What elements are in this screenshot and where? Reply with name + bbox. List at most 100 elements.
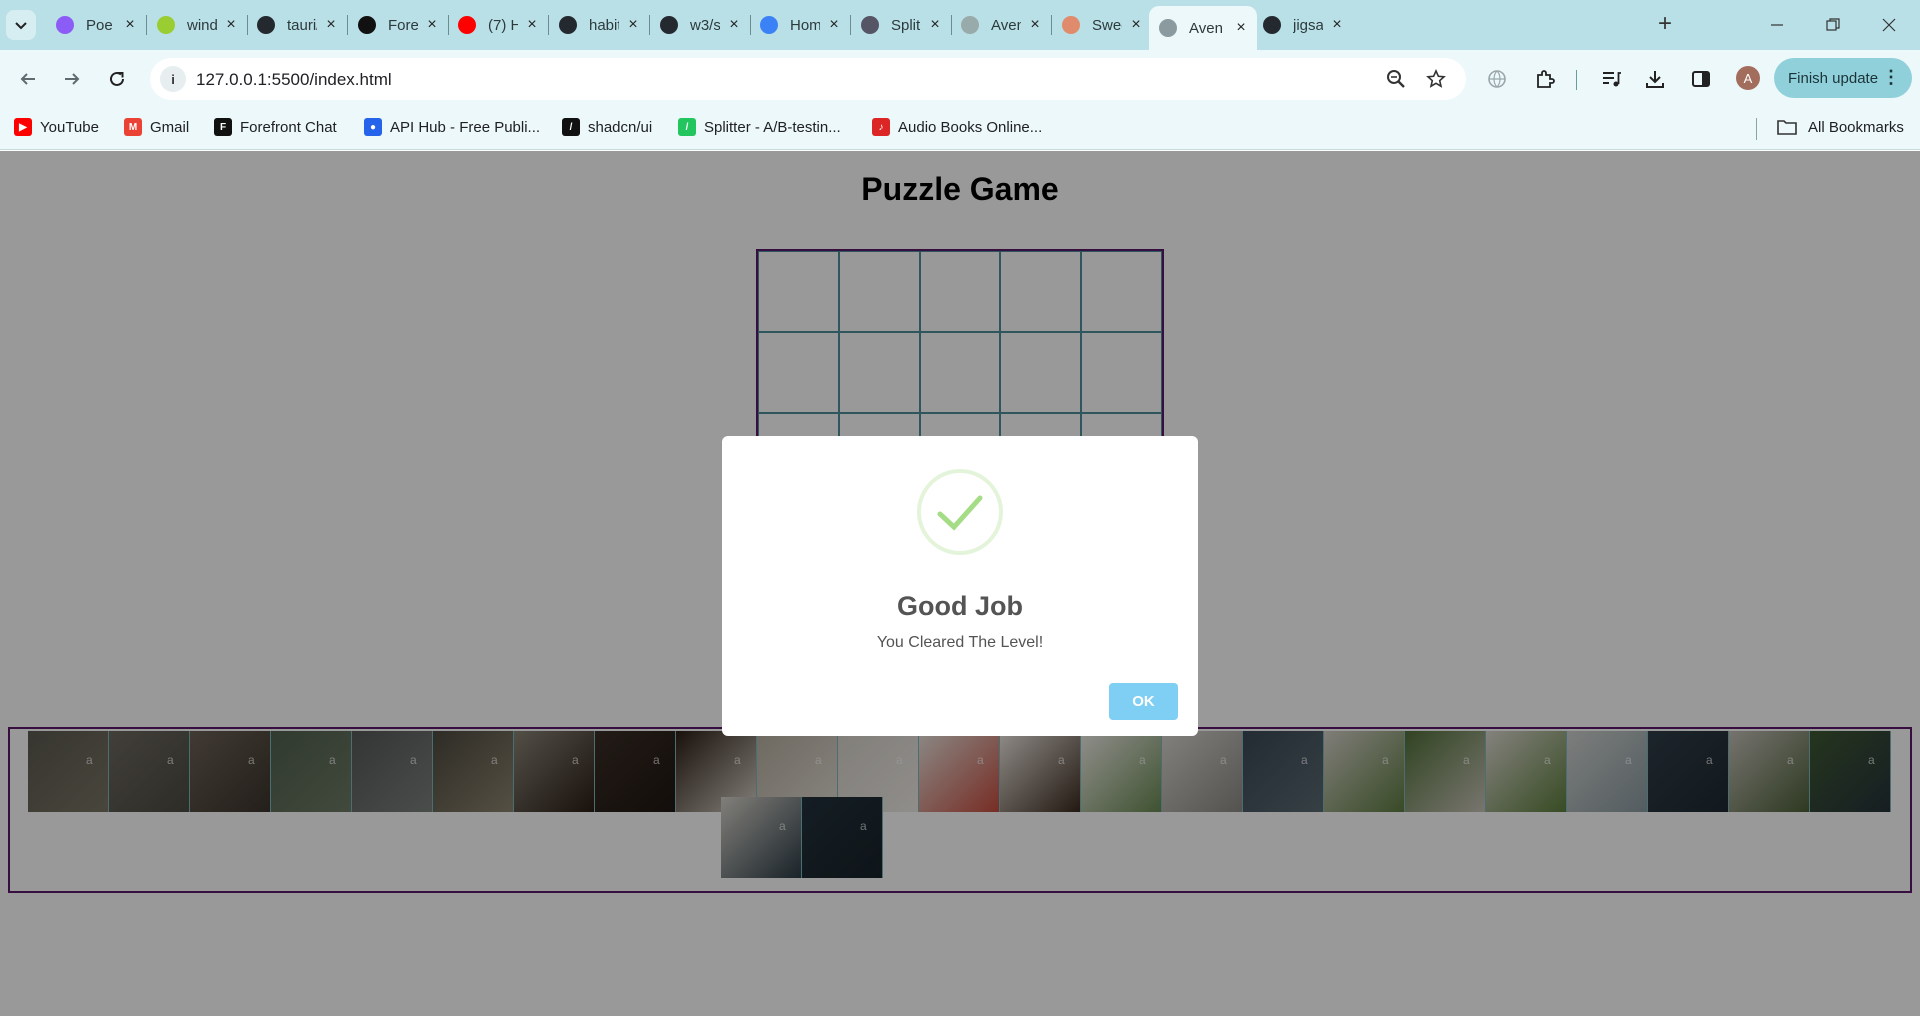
github-icon — [1263, 16, 1281, 34]
folder-icon — [1777, 120, 1797, 135]
new-tab-button[interactable]: + — [1652, 12, 1678, 38]
translate-icon[interactable] — [1486, 68, 1508, 90]
finish-update-label: Finish update — [1788, 69, 1879, 87]
gmail-icon: M — [124, 118, 142, 136]
browser-tab[interactable]: jigsa × — [1253, 8, 1353, 42]
browser-tab[interactable]: (7) H × — [448, 8, 548, 42]
chevron-down-icon — [15, 22, 27, 30]
restore-button[interactable] — [1810, 10, 1856, 40]
tab-title: habit — [589, 16, 619, 34]
youtube-icon — [458, 16, 476, 34]
site-info-icon[interactable]: i — [160, 66, 186, 92]
page-content: Puzzle Game aaaaaaaaaaaaaaaaaaaaaaaaa Go… — [0, 151, 1920, 1016]
bookmark-label: Splitter - A/B-testin... — [704, 118, 841, 136]
browser-tab[interactable]: tauri/ × — [247, 8, 347, 42]
github-icon — [559, 16, 577, 34]
reload-icon — [110, 71, 124, 86]
close-tab-icon[interactable]: × — [1233, 20, 1249, 36]
close-tab-icon[interactable]: × — [1329, 17, 1345, 33]
tab-title: jigsa — [1293, 16, 1323, 34]
close-tab-icon[interactable]: × — [927, 17, 943, 33]
close-tab-icon[interactable]: × — [424, 17, 440, 33]
tab-search-button[interactable] — [6, 10, 36, 40]
browser-tab[interactable]: Aven × — [951, 8, 1051, 42]
bookmark-label: Forefront Chat — [240, 118, 337, 136]
close-tab-icon[interactable]: × — [726, 17, 742, 33]
url-text[interactable]: 127.0.0.1:5500/index.html — [196, 70, 392, 90]
tab-title: windo — [187, 16, 217, 34]
tab-title: Forefr — [388, 16, 418, 34]
ok-button[interactable]: OK — [1109, 683, 1178, 720]
browser-tab[interactable]: habit × — [549, 8, 649, 42]
bookmark-item[interactable]: ● API Hub - Free Publi... — [364, 118, 540, 136]
loading-icon — [961, 16, 979, 34]
browser-tab[interactable]: Aven × — [1149, 6, 1257, 50]
download-icon[interactable] — [1644, 68, 1666, 90]
dialog-message: You Cleared The Level! — [876, 634, 1044, 651]
zoom-icon[interactable] — [1386, 69, 1406, 89]
bookmark-item[interactable]: ▶ YouTube — [14, 118, 99, 136]
browser-tab[interactable]: Split × — [851, 8, 951, 42]
bookmark-label: API Hub - Free Publi... — [390, 118, 541, 136]
profile-avatar[interactable]: A — [1736, 66, 1760, 90]
bookmarks-bar: ▶ YouTube M Gmail F Forefront Chat ● API Hub - … — [0, 108, 1920, 150]
close-tab-icon[interactable]: × — [625, 17, 641, 33]
browser-tab[interactable]: Swee × — [1052, 8, 1152, 42]
bookmark-label: Audio Books Online... — [898, 118, 1043, 136]
close-tab-icon[interactable]: × — [122, 17, 138, 33]
tab-title: w3/sl — [690, 16, 720, 34]
bookmark-item[interactable]: ♪ Audio Books Online... — [872, 118, 1042, 136]
success-check-icon — [917, 469, 1003, 555]
browser-tab[interactable]: Poe - × — [46, 8, 146, 42]
bookmark-star-icon[interactable] — [1426, 69, 1446, 89]
reload-button[interactable] — [101, 63, 133, 95]
bookmark-item[interactable]: M Gmail — [124, 118, 189, 136]
browser-tab[interactable]: windo × — [147, 8, 247, 42]
youtube-icon: ▶ — [14, 118, 32, 136]
close-tab-icon[interactable]: × — [1027, 17, 1043, 33]
browser-tab[interactable]: Forefr × — [348, 8, 448, 42]
github-icon — [257, 16, 275, 34]
tab-title: Aven — [991, 16, 1021, 34]
close-tab-icon[interactable]: × — [323, 17, 339, 33]
dialog-title: Good Job — [897, 591, 1023, 621]
bookmark-item[interactable]: / shadcn/ui — [562, 118, 652, 136]
toolbar-divider — [1576, 70, 1577, 90]
all-bookmarks-button[interactable]: All Bookmarks — [1776, 118, 1904, 136]
poe-icon — [56, 16, 74, 34]
close-tab-icon[interactable]: × — [826, 17, 842, 33]
image-icon — [861, 16, 879, 34]
close-tab-icon[interactable]: × — [1128, 17, 1144, 33]
address-bar[interactable]: i 127.0.0.1:5500/index.html — [150, 58, 1466, 100]
back-button[interactable] — [12, 63, 44, 95]
bookmark-item[interactable]: / Splitter - A/B-testin... — [678, 118, 841, 136]
forefront-icon — [358, 16, 376, 34]
bookmark-item[interactable]: F Forefront Chat — [214, 118, 337, 136]
forward-button[interactable] — [56, 63, 88, 95]
close-tab-icon[interactable]: × — [223, 17, 239, 33]
tab-title: Split — [891, 16, 921, 34]
side-panel-icon[interactable] — [1690, 68, 1712, 90]
media-control-icon[interactable] — [1600, 68, 1622, 90]
success-dialog: Good Job You Cleared The Level! OK — [722, 436, 1198, 736]
bookmark-label: YouTube — [40, 118, 99, 136]
sweetalert-icon — [1062, 16, 1080, 34]
bookmarks-divider — [1756, 118, 1757, 140]
bookmark-label: shadcn/ui — [588, 118, 653, 136]
github-icon — [660, 16, 678, 34]
close-icon — [1882, 18, 1896, 32]
finish-update-button[interactable]: Finish update ⋮ — [1774, 58, 1912, 98]
minimize-button[interactable] — [1754, 10, 1800, 40]
restore-icon — [1826, 18, 1840, 31]
browser-tab[interactable]: Hom × — [750, 8, 850, 42]
extensions-icon[interactable] — [1534, 68, 1556, 90]
tab-title: Swee — [1092, 16, 1122, 34]
close-window-button[interactable] — [1866, 10, 1912, 40]
splitter-icon: / — [678, 118, 696, 136]
close-tab-icon[interactable]: × — [524, 17, 540, 33]
tab-title: Hom — [790, 16, 820, 34]
all-bookmarks-label: All Bookmarks — [1808, 118, 1904, 136]
bookmark-label: Gmail — [150, 118, 190, 136]
browser-tab[interactable]: w3/sl × — [650, 8, 750, 42]
shadcn-icon: / — [562, 118, 580, 136]
